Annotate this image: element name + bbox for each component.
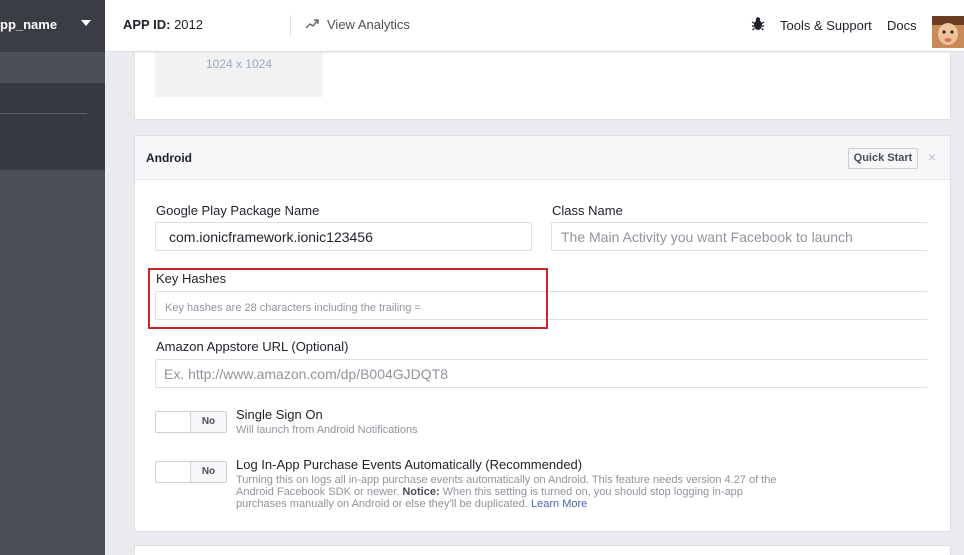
iap-desc-line3: purchases manually on Android or else th… [236,498,796,510]
sidebar-item-active[interactable] [0,83,105,170]
icon-size-label: 1024 x 1024 [205,57,273,71]
bug-icon[interactable] [751,16,765,32]
avatar[interactable] [932,16,964,48]
card-header: Android Quick Start × [135,136,950,180]
sidebar-divider [0,113,87,114]
iap-desc-text: Android Facebook SDK or newer. [236,486,400,498]
iap-desc-text: purchases manually on Android or else th… [236,498,528,510]
android-platform-card: Android Quick Start × [134,135,951,532]
class-name-label: Class Name [552,203,623,218]
next-card [134,545,951,555]
sso-title: Single Sign On [236,407,323,422]
card-title: Android [146,151,192,165]
amazon-url-input[interactable] [155,359,928,388]
app-id: APP ID: 2012 [123,17,203,32]
toggle-state: No [190,462,226,482]
iap-desc-line2: Android Facebook SDK or newer. Notice: W… [236,486,796,498]
app-icon-card: 1024 x 1024 [134,53,951,120]
app-switcher[interactable]: pp_name [0,0,105,52]
iap-description: Turning this on logs all in-app purchase… [236,474,796,510]
sidebar: pp_name [0,0,105,555]
avatar-image [932,16,964,48]
package-name-label: Google Play Package Name [156,203,320,218]
app-id-label: APP ID: [123,17,171,32]
app-id-value: 2012 [174,17,203,32]
close-icon[interactable]: × [928,149,936,165]
view-analytics-link[interactable]: View Analytics [327,17,410,32]
single-sign-on-toggle[interactable]: No [155,411,227,433]
iap-title: Log In-App Purchase Events Automatically… [236,457,583,472]
package-name-input[interactable] [155,222,532,251]
chevron-down-icon[interactable] [81,20,91,26]
top-bar: APP ID: 2012 View Analytics Tools & Supp… [105,0,964,52]
docs-link[interactable]: Docs [887,18,917,33]
learn-more-link[interactable]: Learn More [531,498,587,510]
iap-desc-line1: Turning this on logs all in-app purchase… [236,474,777,486]
iap-desc-text: When this setting is turned on, you shou… [442,486,743,498]
quick-start-button[interactable]: Quick Start [848,148,918,169]
sidebar-item[interactable] [0,52,105,83]
trending-up-icon[interactable] [305,18,319,30]
tools-support-link[interactable]: Tools & Support [780,18,872,33]
app-name: pp_name [0,17,58,32]
toggle-state: No [190,412,226,432]
sso-description: Will launch from Android Notifications [236,424,418,436]
notice-label: Notice: [402,486,440,498]
app-icon-placeholder[interactable]: 1024 x 1024 [155,53,323,97]
amazon-url-label: Amazon Appstore URL (Optional) [156,339,349,354]
iap-events-toggle[interactable]: No [155,461,227,483]
class-name-input[interactable] [551,222,928,251]
topbar-divider [290,15,291,37]
highlight-annotation [148,268,548,329]
